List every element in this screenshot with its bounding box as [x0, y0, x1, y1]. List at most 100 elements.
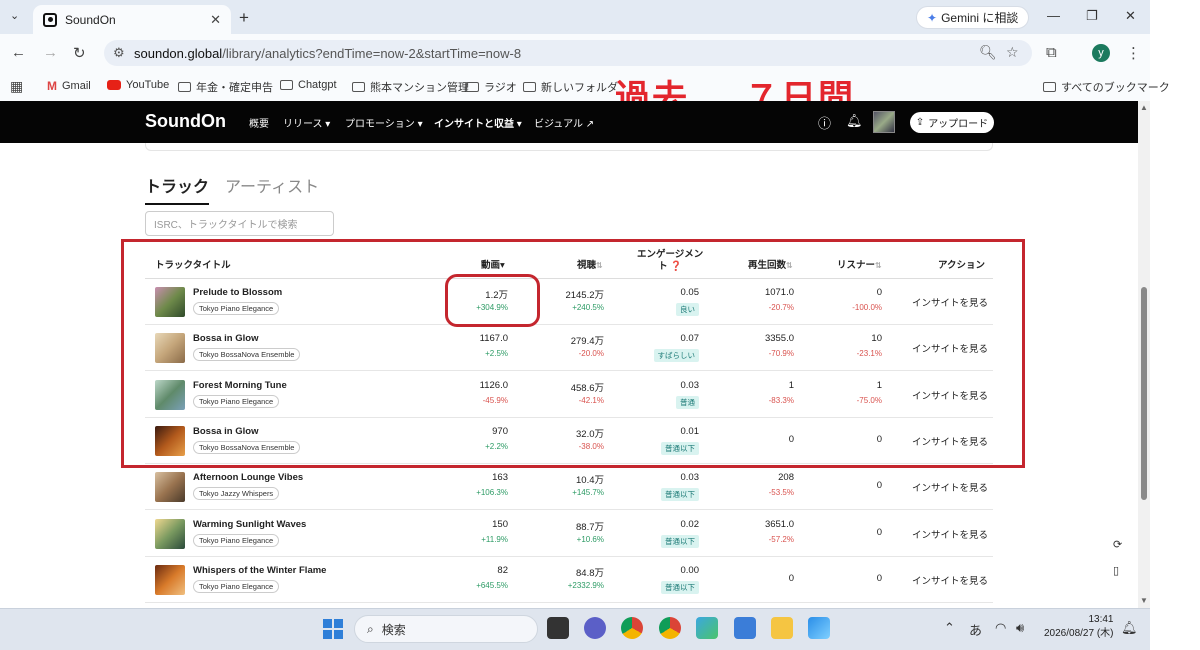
- summary-card-edge: [145, 143, 993, 151]
- video-delta: +645.5%: [476, 580, 508, 590]
- table-row[interactable]: Afternoon Lounge Vibes Tokyo Jazzy Whispe…: [145, 464, 993, 511]
- folder-icon: [280, 80, 293, 90]
- windows-start-icon[interactable]: [323, 619, 343, 639]
- browser-chrome: ⌄ SoundOn ✕ + ✦ Gemini に相談 — ❐ ✕ ← → ↻ ⚙…: [0, 0, 1170, 101]
- nav-visual[interactable]: ビジュアル ↗: [534, 115, 594, 130]
- restore-icon[interactable]: ❐: [1086, 8, 1098, 24]
- folder-icon: [352, 82, 365, 92]
- bookmark-all[interactable]: すべてのブックマーク: [1043, 79, 1170, 95]
- extensions-icon[interactable]: ⧉: [1046, 44, 1057, 61]
- bell-icon[interactable]: 🔔︎: [846, 113, 863, 129]
- new-tab-icon[interactable]: +: [239, 8, 249, 28]
- close-window-icon[interactable]: ✕: [1125, 8, 1136, 24]
- task-view-icon[interactable]: [547, 617, 569, 639]
- bookmark-folder-chatgpt[interactable]: Chatgpt: [280, 79, 337, 91]
- address-bar[interactable]: ⚙ soundon.global/library/analytics?endTi…: [104, 40, 1032, 66]
- tab-track[interactable]: トラック: [145, 173, 210, 205]
- track-artwork: [155, 518, 185, 549]
- forward-icon[interactable]: →: [43, 44, 58, 61]
- engagement-badge: 普通以下: [661, 534, 699, 548]
- paint-icon[interactable]: [808, 617, 830, 639]
- wifi-icon[interactable]: ◠: [995, 620, 1006, 636]
- table-row[interactable]: Warming Sunlight Waves Tokyo Piano Elegan…: [145, 511, 993, 557]
- folder-icon: [1043, 82, 1056, 92]
- artist-tag[interactable]: Tokyo Piano Elegance: [193, 533, 280, 547]
- plays-value: 0: [788, 572, 794, 584]
- bookmark-folder-mansion[interactable]: 熊本マンション管理: [352, 79, 469, 95]
- minimize-icon[interactable]: —: [1047, 8, 1060, 23]
- bookmark-folder-radio[interactable]: ラジオ: [466, 79, 517, 95]
- bookmark-star-icon[interactable]: ☆: [1006, 44, 1019, 61]
- notification-bell-icon[interactable]: 🔔︎: [1121, 620, 1138, 636]
- sync-icon[interactable]: ⟳: [1113, 538, 1122, 551]
- artist-tag[interactable]: Tokyo Piano Elegance: [193, 579, 280, 593]
- phone-icon[interactable]: ▯: [1113, 564, 1119, 577]
- artist-tag[interactable]: Tokyo Jazzy Whispers: [193, 487, 280, 501]
- view-insights-link[interactable]: インサイトを見る: [912, 480, 988, 494]
- track-title[interactable]: Whispers of the Winter Flame: [193, 565, 326, 576]
- profile-avatar[interactable]: y: [1092, 44, 1110, 62]
- bookmark-folder-new[interactable]: 新しいフォルダ: [523, 79, 618, 95]
- volume-icon[interactable]: 🔊︎: [1016, 620, 1024, 636]
- bookmark-gmail[interactable]: M Gmail: [47, 79, 91, 93]
- more-menu-icon[interactable]: ⋮: [1126, 44, 1141, 62]
- back-icon[interactable]: ←: [11, 44, 26, 61]
- listeners-value: 0: [876, 480, 882, 492]
- engagement-value: 0.00: [680, 564, 700, 576]
- table-row[interactable]: Whispers of the Winter Flame Tokyo Piano …: [145, 557, 993, 603]
- close-tab-icon[interactable]: ✕: [210, 12, 221, 28]
- site-info-icon[interactable]: ⚙: [113, 45, 125, 61]
- chrome-profile-icon[interactable]: [659, 617, 681, 639]
- scrollbar-thumb[interactable]: [1141, 287, 1147, 500]
- subtabs: トラック アーティスト: [145, 173, 319, 205]
- upload-button[interactable]: ⇪ アップロード: [910, 112, 994, 133]
- nav-insights[interactable]: インサイトと収益 ▾: [434, 115, 522, 130]
- photos-icon[interactable]: [696, 617, 718, 639]
- plays-value: 3651.0: [764, 518, 794, 530]
- tab-search-icon[interactable]: ⌄: [10, 9, 19, 22]
- scroll-up-icon[interactable]: ▲: [1140, 103, 1148, 112]
- tab-strip: ⌄ SoundOn ✕ + ✦ Gemini に相談 — ❐ ✕: [0, 0, 1150, 34]
- nav-release[interactable]: リリース ▾: [283, 115, 330, 130]
- nav-overview[interactable]: 概要: [249, 115, 269, 130]
- view-insights-link[interactable]: インサイトを見る: [912, 573, 988, 587]
- soundon-logo[interactable]: SoundOn: [145, 111, 226, 132]
- gemini-label: Gemini に相談: [941, 11, 1019, 25]
- taskbar-search[interactable]: ⌕ 検索: [354, 615, 538, 643]
- main-content: トラック アーティスト ISRC、トラックタイトルで検索 トラックタイトル 動画…: [0, 143, 1138, 608]
- upload-icon: ⇪: [915, 117, 925, 128]
- plays-delta: -57.2%: [768, 534, 794, 544]
- track-search-input[interactable]: ISRC、トラックタイトルで検索: [145, 211, 334, 236]
- file-explorer-icon[interactable]: [771, 617, 793, 639]
- ime-indicator[interactable]: あ: [969, 620, 982, 639]
- reload-icon[interactable]: ↻: [73, 44, 86, 62]
- track-title[interactable]: Afternoon Lounge Vibes: [193, 472, 303, 483]
- listeners-value: 0: [876, 572, 882, 584]
- gemini-icon: ✦: [927, 10, 938, 25]
- scroll-down-icon[interactable]: ▼: [1140, 596, 1148, 605]
- engagement-value: 0.02: [680, 518, 700, 530]
- nav-promotion[interactable]: プロモーション ▾: [345, 115, 423, 130]
- help-icon[interactable]: ⓘ: [818, 113, 831, 132]
- track-title[interactable]: Warming Sunlight Waves: [193, 519, 306, 530]
- gemini-button[interactable]: ✦ Gemini に相談: [916, 6, 1030, 29]
- bookmark-folder-pension[interactable]: 年金・確定申告: [178, 79, 273, 95]
- teams-icon[interactable]: [584, 617, 606, 639]
- views-delta: +10.6%: [576, 534, 604, 544]
- video-value: 82: [497, 564, 508, 576]
- bookmark-youtube[interactable]: YouTube: [107, 79, 169, 91]
- apps-grid-icon[interactable]: ▦: [10, 78, 23, 95]
- taskbar: ⌕ 検索 ⌃ あ ◠ 🔊︎ 13:41 2026/08/27 (木) 🔔︎: [0, 608, 1150, 650]
- tray-chevron-icon[interactable]: ⌃: [944, 620, 955, 636]
- youtube-icon: [107, 80, 121, 90]
- notepad-icon[interactable]: [734, 617, 756, 639]
- tab-artist[interactable]: アーティスト: [225, 173, 319, 205]
- tab-title: SoundOn: [65, 12, 116, 27]
- view-insights-link[interactable]: インサイトを見る: [912, 527, 988, 541]
- clock[interactable]: 13:41 2026/08/27 (木): [1044, 613, 1114, 641]
- engagement-badge: 普通以下: [661, 488, 699, 502]
- chrome-icon[interactable]: [621, 617, 643, 639]
- browser-tab[interactable]: SoundOn ✕: [33, 5, 231, 34]
- artist-avatar[interactable]: [873, 111, 895, 133]
- zoom-icon[interactable]: 🔍︎: [979, 44, 997, 61]
